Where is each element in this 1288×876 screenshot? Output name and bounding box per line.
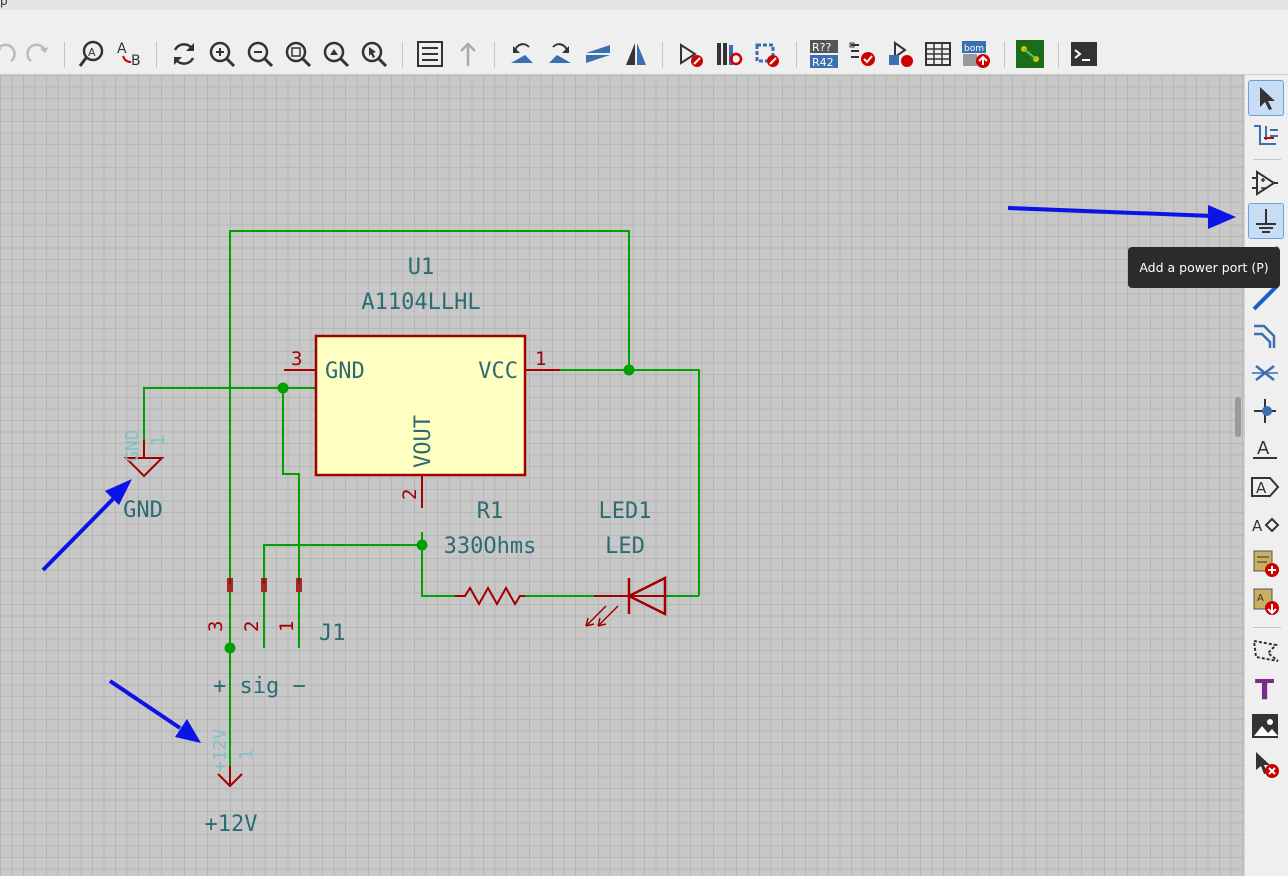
led1-symbol[interactable]: LED1 LED	[585, 499, 667, 627]
r1-ref: R1	[477, 499, 504, 524]
net-label-icon[interactable]: A	[1248, 432, 1282, 466]
find-replace-icon[interactable]: AB	[114, 38, 146, 70]
add-symbol-icon[interactable]	[1248, 166, 1282, 200]
j1-pin-labels: + sig −	[213, 674, 306, 699]
main-toolbar: A AB R?? R42 bom	[0, 10, 1288, 75]
u1-pin2-number: 2	[399, 489, 421, 500]
svg-text:T: T	[1255, 673, 1274, 703]
plus12v-pin-text: +12V	[210, 728, 231, 772]
zoom-selection-icon[interactable]	[358, 38, 390, 70]
j1-pin3-number: 3	[205, 621, 227, 632]
junction-dot	[224, 642, 236, 654]
annotation-arrows	[41, 205, 1236, 743]
bus-entry-icon[interactable]	[1248, 318, 1282, 352]
generate-bom-icon[interactable]: bom	[960, 38, 992, 70]
u1-pin3-number: 3	[291, 348, 302, 370]
svg-text:A: A	[1257, 593, 1264, 604]
j1-symbol[interactable]: 3 2 1 J1 + sig −	[205, 578, 346, 699]
u1-symbol[interactable]: U1 A1104LLHL GND VCC VOUT 3 1 2	[284, 255, 560, 508]
select-tool-icon[interactable]	[1248, 80, 1284, 116]
erc-icon[interactable]	[846, 38, 878, 70]
zoom-fit-icon[interactable]	[282, 38, 314, 70]
mirror-horizontal-icon[interactable]	[620, 38, 652, 70]
arrow-to-gnd-symbol	[41, 479, 132, 572]
schematic-drawing: U1 A1104LLHL GND VCC VOUT 3 1 2 R1 330Oh…	[41, 205, 1236, 837]
u1-ref: U1	[408, 255, 435, 280]
led1-ref: LED1	[599, 499, 652, 524]
j1-pin2-number: 2	[241, 621, 263, 632]
leave-sheet-icon[interactable]	[452, 38, 484, 70]
refresh-icon[interactable]	[168, 38, 200, 70]
add-sheet-icon[interactable]	[1248, 546, 1282, 580]
led1-value: LED	[605, 534, 645, 559]
no-connect-icon[interactable]	[1248, 356, 1282, 390]
symbol-fields-table-icon[interactable]	[922, 38, 954, 70]
redo-icon[interactable]	[22, 38, 54, 70]
junction-dot	[623, 364, 635, 376]
power-port-icon[interactable]	[1248, 203, 1284, 239]
zoom-in-icon[interactable]	[206, 38, 238, 70]
u1-pin-vout-label: VOUT	[411, 415, 436, 468]
delete-tool-icon[interactable]	[1248, 747, 1282, 781]
global-label-icon[interactable]: A	[1248, 470, 1282, 504]
hierarchical-label-icon[interactable]: A	[1248, 508, 1282, 542]
u1-pin-vcc-label: VCC	[478, 359, 518, 384]
find-icon[interactable]: A	[76, 38, 108, 70]
annotate-icon[interactable]: R?? R42	[808, 38, 840, 70]
junction-dot	[416, 539, 428, 551]
plus12v-pin-number: 1	[236, 749, 257, 760]
svg-text:A: A	[88, 46, 96, 59]
rotate-cw-icon[interactable]	[544, 38, 576, 70]
scrollbar-thumb[interactable]	[1235, 397, 1241, 437]
gnd-pin-number: 1	[148, 435, 169, 446]
r1-value: 330Ohms	[444, 534, 537, 559]
plus12v-label: +12V	[205, 812, 258, 837]
r1-symbol[interactable]: R1 330Ohms	[444, 499, 537, 607]
right-toolbar: A A A A T	[1244, 75, 1288, 876]
svg-text:R42: R42	[812, 56, 834, 69]
image-tool-icon[interactable]	[1248, 709, 1282, 743]
u1-value: A1104LLHL	[361, 290, 480, 315]
gnd-label: GND	[123, 498, 163, 523]
schematic-canvas[interactable]: U1 A1104LLHL GND VCC VOUT 3 1 2 R1 330Oh…	[0, 75, 1244, 876]
undo-icon[interactable]	[0, 38, 20, 70]
svg-text:A: A	[1252, 517, 1263, 535]
vertical-scrollbar[interactable]	[1232, 75, 1244, 876]
gnd-power-symbol[interactable]: GND 1 GND	[122, 429, 169, 523]
scripting-console-icon[interactable]	[1068, 38, 1100, 70]
junction-tool-icon[interactable]	[1248, 394, 1282, 428]
svg-text:A: A	[117, 41, 127, 57]
zoom-objects-icon[interactable]	[320, 38, 352, 70]
symbol-browser-icon[interactable]	[712, 38, 744, 70]
rotate-ccw-icon[interactable]	[506, 38, 538, 70]
svg-text:R??: R??	[812, 41, 831, 54]
svg-text:A: A	[1257, 438, 1270, 459]
arrow-to-plus12v-symbol	[108, 679, 201, 743]
arrow-to-power-port-tool	[1007, 205, 1236, 229]
u1-pin-gnd-label: GND	[325, 359, 365, 384]
symbol-editor-icon[interactable]	[674, 38, 706, 70]
text-tool-icon[interactable]: T	[1248, 671, 1282, 705]
u1-pin1-number: 1	[535, 348, 546, 370]
open-pcb-icon[interactable]	[1014, 38, 1046, 70]
assign-footprints-icon[interactable]	[884, 38, 916, 70]
svg-text:B: B	[131, 53, 141, 69]
local-ratsnest-icon[interactable]	[1248, 118, 1282, 152]
svg-text:A: A	[1256, 479, 1267, 497]
import-sheet-pin-icon[interactable]: A	[1248, 584, 1282, 618]
j1-pin1-number: 1	[276, 621, 298, 632]
power-port-tooltip: Add a power port (P)	[1128, 247, 1280, 288]
zoom-out-icon[interactable]	[244, 38, 276, 70]
svg-text:bom: bom	[964, 44, 984, 54]
junction-dot	[277, 382, 289, 394]
hierarchy-navigator-icon[interactable]	[414, 38, 446, 70]
menu-fragment[interactable]: p	[0, 0, 8, 8]
j1-ref: J1	[319, 621, 346, 646]
gnd-pin-text: GND	[122, 429, 143, 462]
footprint-editor-icon[interactable]	[750, 38, 782, 70]
mirror-vertical-icon[interactable]	[582, 38, 614, 70]
graphic-polyline-icon[interactable]	[1248, 633, 1282, 667]
